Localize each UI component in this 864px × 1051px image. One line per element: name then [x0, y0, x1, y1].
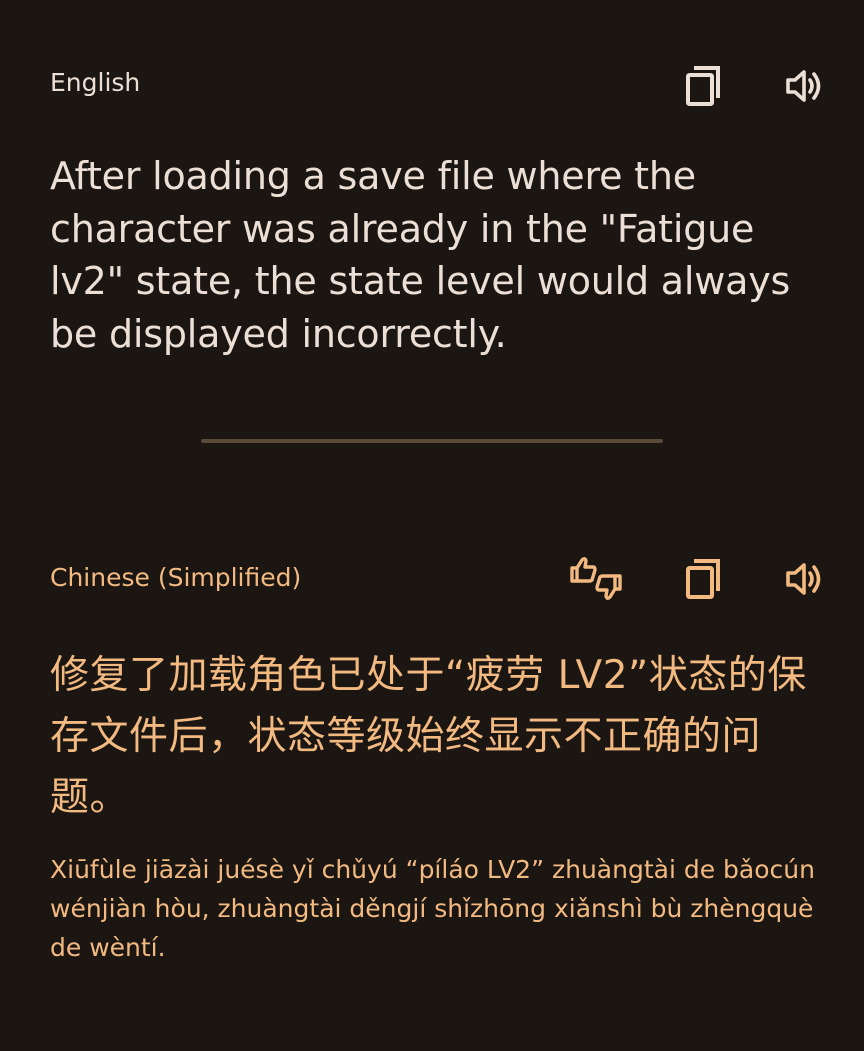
section-divider	[201, 439, 663, 443]
copy-icon	[684, 64, 724, 108]
translation-result-view: English After loading a save file where …	[0, 0, 864, 1051]
copy-translation-button[interactable]	[676, 551, 732, 607]
speak-source-button[interactable]	[777, 58, 833, 114]
feedback-icon	[568, 554, 624, 604]
target-language-label: Chinese (Simplified)	[50, 563, 302, 592]
copy-icon	[684, 557, 724, 601]
source-text[interactable]: After loading a save file where the char…	[50, 150, 830, 360]
speaker-icon	[783, 559, 827, 599]
copy-source-button[interactable]	[676, 58, 732, 114]
translated-text[interactable]: 修复了加载角色已处于“疲劳 LV2”状态的保存文件后，状态等级始终显示不正确的问…	[50, 645, 820, 828]
romanization-text[interactable]: Xiūfùle jiāzài juésè yǐ chǔyú “píláo LV2…	[50, 850, 830, 967]
rate-translation-button[interactable]	[568, 551, 624, 607]
speak-translation-button[interactable]	[777, 551, 833, 607]
speaker-icon	[783, 66, 827, 106]
source-language-label: English	[50, 68, 141, 97]
